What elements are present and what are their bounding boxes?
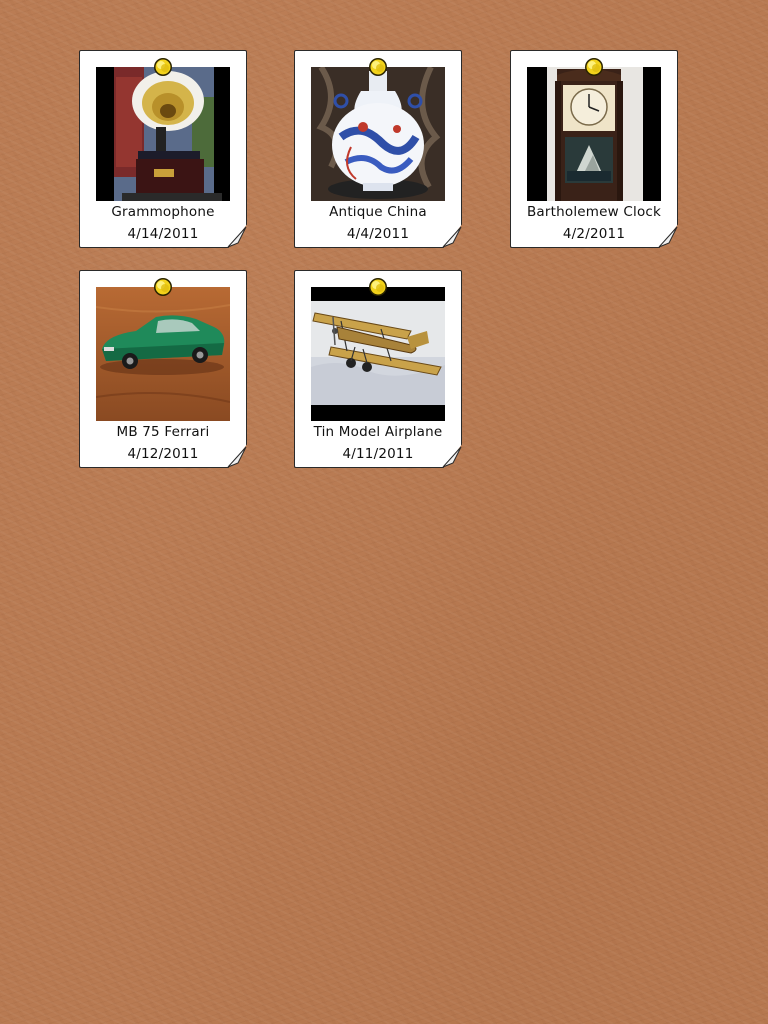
photo-card-bartholemew-clock[interactable]: Bartholemew Clock 4/2/2011	[510, 50, 678, 248]
photo-card-mb75-ferrari[interactable]: MB 75 Ferrari 4/12/2011	[79, 270, 247, 468]
pushpin-icon	[154, 58, 172, 76]
photo-card-antique-china[interactable]: Antique China 4/4/2011	[294, 50, 462, 248]
item-date: 4/14/2011	[127, 226, 199, 242]
gramophone-photo	[96, 67, 230, 201]
pushpin-icon	[154, 278, 172, 296]
item-title: MB 75 Ferrari	[116, 424, 210, 440]
item-title: Antique China	[329, 204, 427, 220]
item-title: Tin Model Airplane	[313, 424, 443, 440]
photo-card-grammophone[interactable]: Grammophone 4/14/2011	[79, 50, 247, 248]
photo-card-tin-model-airplane[interactable]: Tin Model Airplane 4/11/2011	[294, 270, 462, 468]
pushpin-icon	[585, 58, 603, 76]
item-date: 4/11/2011	[342, 446, 414, 462]
china-vase-photo	[311, 67, 445, 201]
corkboard: Grammophone 4/14/2011 Antique China 4/4/…	[0, 0, 768, 1024]
pushpin-icon	[369, 278, 387, 296]
item-date: 4/2/2011	[562, 226, 626, 242]
biplane-photo	[311, 287, 445, 421]
item-title: Bartholemew Clock	[526, 204, 662, 220]
pushpin-icon	[369, 58, 387, 76]
item-title: Grammophone	[111, 204, 215, 220]
toy-car-photo	[96, 287, 230, 421]
clock-photo	[527, 67, 661, 201]
item-date: 4/12/2011	[127, 446, 199, 462]
item-date: 4/4/2011	[346, 226, 410, 242]
